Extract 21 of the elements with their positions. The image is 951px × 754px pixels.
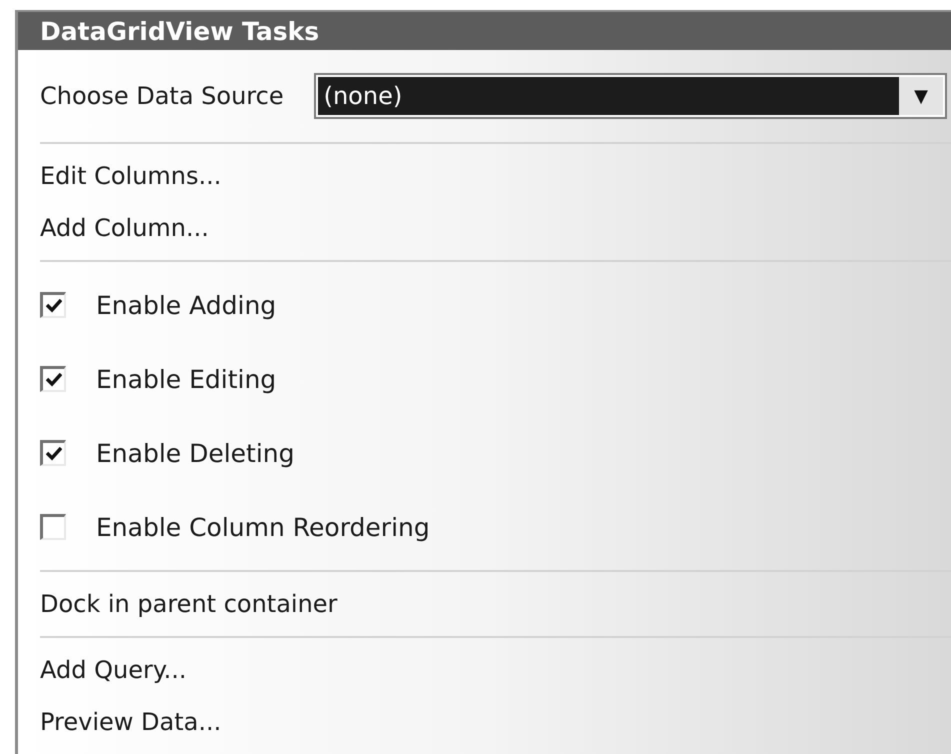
field-label: Choose Data Source: [40, 82, 284, 110]
checkbox-label: Enable Column Reordering: [96, 512, 430, 542]
task-link[interactable]: Add Column...: [40, 202, 209, 254]
data-source-dropdown[interactable]: (none) ▼: [314, 73, 947, 119]
task-link[interactable]: Dock in parent container: [40, 578, 338, 630]
task-link[interactable]: Add Query...: [40, 644, 186, 696]
dropdown-arrow-button[interactable]: ▼: [899, 77, 943, 115]
checkbox[interactable]: [40, 366, 66, 392]
check-icon: [46, 298, 62, 312]
checkbox-label: Enable Adding: [96, 290, 276, 320]
task-link[interactable]: Edit Columns...: [40, 150, 222, 202]
checkbox-label: Enable Editing: [96, 364, 276, 394]
check-icon: [46, 372, 62, 386]
check-icon: [46, 446, 62, 460]
checkbox-label: Enable Deleting: [96, 438, 295, 468]
checkbox[interactable]: [40, 514, 66, 540]
checkbox[interactable]: [40, 440, 66, 466]
task-link[interactable]: Preview Data...: [40, 696, 222, 748]
checkbox[interactable]: [40, 292, 66, 318]
panel-title: DataGridView Tasks: [18, 12, 951, 50]
dropdown-value: (none): [318, 77, 899, 115]
